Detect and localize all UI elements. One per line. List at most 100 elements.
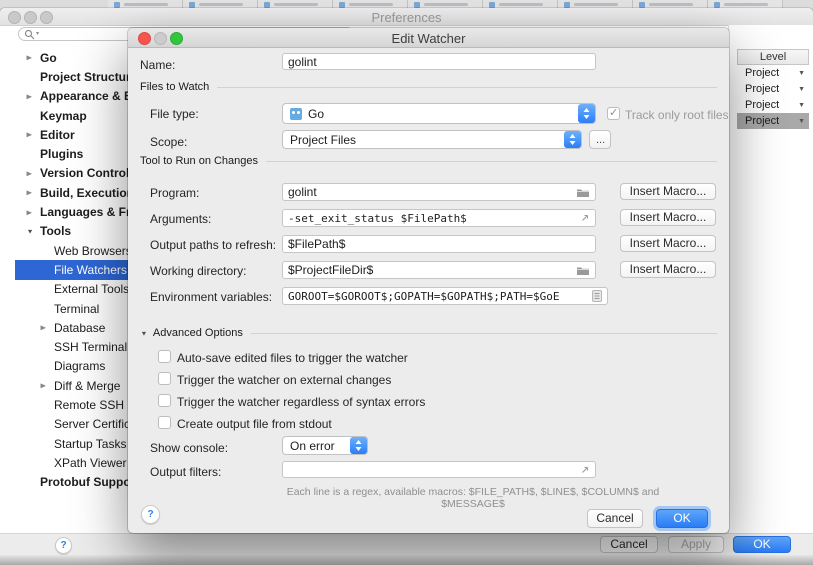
output-paths-to-refresh-label: Output paths to refresh: <box>150 238 276 252</box>
sidebar-item-label: Diff & Merge <box>54 379 120 393</box>
dialog-help-button[interactable]: ? <box>141 505 160 524</box>
arguments-label: Arguments: <box>150 212 211 226</box>
preferences-footer: ? Cancel Apply OK <box>0 533 813 556</box>
select-stepper-icon[interactable] <box>350 437 367 454</box>
level-cell[interactable]: Project▼ <box>737 65 809 81</box>
advanced-options-section-header[interactable]: ▼ Advanced Options <box>140 327 717 339</box>
background-tab-icon <box>558 0 633 8</box>
program-input[interactable]: golint <box>282 183 596 201</box>
section-label: Files to Watch <box>140 81 209 93</box>
working-directory-input[interactable]: $ProjectFileDir$ <box>282 261 596 279</box>
dropdown-arrow-icon[interactable]: ▼ <box>798 70 805 77</box>
expand-arrow-icon[interactable]: ▶ <box>27 189 37 196</box>
sidebar-item-label: Protobuf Support <box>40 475 139 489</box>
working-directory-insert-macro-button[interactable]: Insert Macro... <box>620 261 716 278</box>
sidebar-item-label: Database <box>54 321 105 335</box>
level-cell[interactable]: Project ▼ <box>737 81 809 97</box>
dialog-title: Edit Watcher <box>128 31 729 46</box>
folder-icon[interactable] <box>576 265 590 276</box>
arguments-insert-macro-button[interactable]: Insert Macro... <box>620 209 716 226</box>
background-tab-icon <box>108 0 183 8</box>
preferences-apply-button[interactable]: Apply <box>668 536 724 553</box>
tool-section-header: Tool to Run on Changes <box>140 155 717 167</box>
expand-arrow-icon[interactable]: ▶ <box>41 324 51 331</box>
program-insert-macro-button[interactable]: Insert Macro... <box>620 183 716 200</box>
expand-field-icon[interactable] <box>580 465 590 475</box>
background-tab-icon <box>483 0 558 8</box>
output-paths-to-refresh-insert-macro-button[interactable]: Insert Macro... <box>620 235 716 252</box>
dropdown-arrow-icon[interactable]: ▼ <box>798 102 805 109</box>
program-label: Program: <box>150 186 199 200</box>
background-editor-tabs-strip <box>0 0 813 8</box>
expand-icon[interactable] <box>580 213 590 223</box>
trigger-the-watcher-regardless-of-syntax-errors-label: Trigger the watcher regardless of syntax… <box>177 395 425 409</box>
output-paths-to-refresh-value: $FilePath$ <box>288 237 590 251</box>
sidebar-item-label: Editor <box>40 128 75 142</box>
expand-arrow-icon[interactable]: ▶ <box>27 131 37 138</box>
select-stepper-icon[interactable] <box>578 104 595 123</box>
preferences-ok-button[interactable]: OK <box>733 536 791 553</box>
sidebar-item-label: Tools <box>40 224 71 238</box>
output-filters-hint: Each line is a regex, available macros: … <box>258 486 688 510</box>
create-output-file-from-stdout-label: Create output file from stdout <box>177 417 332 431</box>
sidebar-item-label: SSH Terminal <box>54 340 127 354</box>
track-only-root-files-label: Track only root files <box>625 108 729 122</box>
expand-arrow-icon[interactable]: ▶ <box>41 382 51 389</box>
preferences-help-button[interactable]: ? <box>55 537 72 554</box>
collapse-arrow-icon[interactable]: ▼ <box>27 228 37 235</box>
show-console-value: On error <box>290 439 335 453</box>
search-filter-chevron-icon[interactable]: ▾ <box>36 31 39 37</box>
checkmark-icon: ✓ <box>609 106 618 119</box>
file-type-label: File type: <box>150 107 199 121</box>
scope-browse-button[interactable]: ... <box>589 130 611 149</box>
environment-variables-input[interactable]: GOROOT=$GOROOT$;GOPATH=$GOPATH$;PATH=$Go… <box>282 287 608 305</box>
output-filters-input[interactable] <box>282 461 596 478</box>
sidebar-item-label: Diagrams <box>54 359 105 373</box>
environment-variables-label: Environment variables: <box>150 290 272 304</box>
working-directory-label: Working directory: <box>150 264 246 278</box>
auto-save-edited-files-to-trigger-the-watcher-checkbox[interactable] <box>158 350 171 363</box>
level-cell[interactable]: Project ▼ <box>737 113 809 129</box>
create-output-file-from-stdout-checkbox[interactable] <box>158 416 171 429</box>
dropdown-arrow-icon[interactable]: ▼ <box>798 86 805 93</box>
level-column-header[interactable]: Level <box>737 49 809 65</box>
output-paths-to-refresh-input[interactable]: $FilePath$ <box>282 235 596 253</box>
sidebar-item-label: Go <box>40 51 57 65</box>
track-only-root-files-checkbox[interactable]: ✓ <box>607 107 620 120</box>
scope-select[interactable]: Project Files <box>282 130 582 149</box>
show-console-select[interactable]: On error <box>282 436 368 455</box>
level-value: Project <box>745 83 779 95</box>
expand-arrow-icon[interactable]: ▶ <box>27 93 37 100</box>
select-stepper-icon[interactable] <box>564 131 581 148</box>
trigger-the-watcher-regardless-of-syntax-errors-checkbox[interactable] <box>158 394 171 407</box>
environment-variables-value: GOROOT=$GOROOT$;GOPATH=$GOPATH$;PATH=$Go… <box>288 290 588 303</box>
program-row: Program: golint Insert Macro... <box>140 183 716 201</box>
list-icon[interactable] <box>592 290 602 302</box>
name-label: Name: <box>140 58 175 72</box>
file-type-select[interactable]: Go <box>282 103 596 124</box>
sidebar-item-label: Terminal <box>54 302 99 316</box>
name-input[interactable]: golint <box>282 53 596 70</box>
expand-arrow-icon[interactable]: ▶ <box>27 208 37 215</box>
level-value: Project <box>745 115 779 127</box>
dialog-ok-button[interactable]: OK <box>656 509 708 528</box>
watchers-table-panel: Level Project▼Project▼Project▼Project▼ <box>728 25 813 533</box>
program-value: golint <box>288 185 572 199</box>
collapse-arrow-icon[interactable]: ▼ <box>140 329 147 336</box>
level-cell[interactable]: Project▼ <box>737 97 809 113</box>
trigger-the-watcher-on-external-changes-checkbox[interactable] <box>158 372 171 385</box>
sidebar-item-label: Version Control <box>40 166 129 180</box>
dropdown-arrow-icon[interactable]: ▼ <box>798 118 805 125</box>
background-tab-icon <box>183 0 258 8</box>
folder-icon[interactable] <box>576 187 590 198</box>
scope-value: Project Files <box>290 133 356 147</box>
files-to-watch-section-header: Files to Watch <box>140 81 717 93</box>
preferences-cancel-button[interactable]: Cancel <box>600 536 658 553</box>
dialog-titlebar: Edit Watcher <box>128 28 729 48</box>
arguments-input[interactable]: -set_exit_status $FilePath$ <box>282 209 596 227</box>
scope-label: Scope: <box>150 135 187 149</box>
dialog-cancel-button[interactable]: Cancel <box>587 509 643 528</box>
expand-arrow-icon[interactable]: ▶ <box>27 170 37 177</box>
environment-variables-row: Environment variables: GOROOT=$GOROOT$;GO… <box>140 287 716 305</box>
expand-arrow-icon[interactable]: ▶ <box>27 54 37 61</box>
